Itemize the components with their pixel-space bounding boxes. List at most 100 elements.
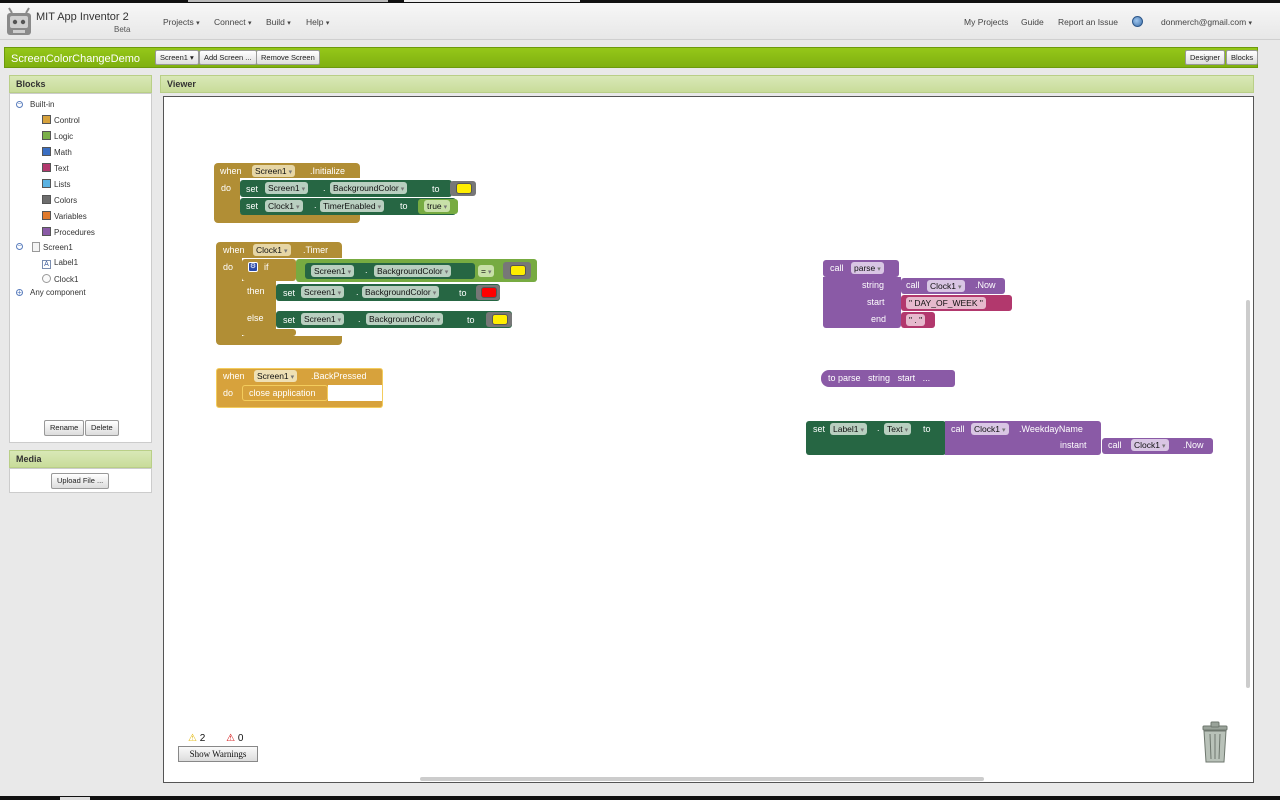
menu-connect[interactable]: Connect ▾: [214, 17, 252, 27]
tree-builtin[interactable]: Built-in: [30, 100, 54, 109]
menu-build[interactable]: Build ▾: [266, 17, 291, 27]
chevron-down-icon: ▾: [1248, 20, 1253, 27]
start-label: start: [867, 297, 885, 307]
chevron-down-icon: ▾: [287, 20, 291, 27]
upload-file-button[interactable]: Upload File ...: [51, 473, 110, 489]
warning-count: 2: [199, 733, 206, 744]
event-label: .BackPressed: [311, 371, 367, 381]
designer-button[interactable]: Designer: [1185, 50, 1226, 65]
true-dropdown[interactable]: true ▾: [424, 200, 451, 212]
dot-label: .: [323, 183, 326, 193]
expand-icon[interactable]: +: [16, 289, 23, 297]
tree-logic[interactable]: Logic: [42, 131, 73, 141]
to-label: to: [923, 424, 931, 434]
call-label: call: [830, 263, 844, 273]
text-dot[interactable]: " . ": [906, 314, 926, 326]
string-label: string: [862, 280, 885, 290]
link-my-projects[interactable]: My Projects: [964, 17, 1008, 27]
dot-label: .: [314, 200, 317, 210]
tree-any-component[interactable]: Any component: [30, 288, 86, 297]
tree-label1[interactable]: A Label1: [42, 258, 78, 269]
weekday-name-label: .WeekdayName: [1019, 424, 1083, 434]
text-swatch-icon: [42, 163, 51, 172]
property-dropdown[interactable]: BackgroundColor ▾: [362, 286, 440, 298]
component-dropdown[interactable]: Label1 ▾: [830, 423, 868, 435]
remove-screen-button[interactable]: Remove Screen: [256, 50, 320, 65]
property-dropdown[interactable]: BackgroundColor ▾: [366, 313, 444, 325]
yellow-swatch[interactable]: [492, 314, 508, 325]
control-swatch-icon: [42, 115, 51, 124]
tree-text[interactable]: Text: [42, 163, 69, 173]
instant-label: instant: [1060, 440, 1087, 450]
property-dropdown[interactable]: BackgroundColor ▾: [330, 182, 408, 194]
error-count: 0: [237, 733, 244, 744]
screen-select-button[interactable]: Screen1 ▾: [155, 50, 199, 65]
component-dropdown[interactable]: Screen1 ▾: [311, 265, 355, 277]
procedure-dropdown[interactable]: parse ▾: [851, 262, 884, 274]
to-parse-label: to parse string start ...: [828, 373, 931, 383]
blocks-panel: − Built-in Control Logic Math Text Lists…: [9, 93, 152, 443]
delete-button[interactable]: Delete: [85, 420, 119, 436]
gear-icon[interactable]: ⚙: [248, 262, 258, 272]
menu-projects[interactable]: Projects ▾: [163, 17, 200, 27]
chevron-down-icon: ▾: [196, 20, 200, 27]
chevron-down-icon: ▾: [248, 20, 252, 27]
tree-control[interactable]: Control: [42, 115, 80, 125]
show-warnings-button[interactable]: Show Warnings: [178, 746, 258, 762]
tree-screen1[interactable]: Screen1: [32, 242, 73, 252]
link-guide[interactable]: Guide: [1021, 17, 1044, 27]
dot-label: .: [358, 314, 361, 324]
tree-lists[interactable]: Lists: [42, 179, 70, 189]
add-screen-button[interactable]: Add Screen ...: [199, 50, 257, 65]
component-dropdown[interactable]: Clock1 ▾: [253, 244, 291, 256]
text-day-of-week[interactable]: " DAY_OF_WEEK ": [906, 297, 986, 309]
globe-icon[interactable]: [1132, 16, 1143, 27]
warning-icon: ⚠: [188, 733, 197, 744]
logic-swatch-icon: [42, 131, 51, 140]
menu-help[interactable]: Help ▾: [306, 17, 329, 27]
collapse-icon[interactable]: −: [16, 101, 23, 108]
horizontal-scrollbar[interactable]: [420, 777, 984, 781]
collapse-icon[interactable]: −: [16, 243, 23, 250]
component-dropdown[interactable]: Screen1 ▾: [252, 165, 296, 177]
tree-colors[interactable]: Colors: [42, 195, 77, 205]
when-label: when: [220, 166, 242, 176]
clock-icon: [42, 274, 51, 283]
red-swatch[interactable]: [481, 287, 497, 298]
set-label: set: [246, 201, 259, 211]
component-dropdown[interactable]: Clock1 ▾: [1131, 439, 1169, 451]
tree-variables[interactable]: Variables: [42, 211, 87, 221]
rename-button[interactable]: Rename: [44, 420, 85, 436]
tree-math[interactable]: Math: [42, 147, 72, 157]
yellow-swatch[interactable]: [456, 183, 472, 194]
app-inventor-logo-icon[interactable]: [6, 7, 32, 37]
property-dropdown[interactable]: TimerEnabled ▾: [320, 200, 385, 212]
property-dropdown[interactable]: Text ▾: [884, 423, 912, 435]
component-dropdown[interactable]: Screen1 ▾: [254, 370, 298, 382]
call-label: call: [1108, 440, 1122, 450]
app-title[interactable]: MIT App Inventor 2: [36, 11, 129, 23]
error-icon: ⚠: [226, 733, 236, 744]
yellow-swatch[interactable]: [510, 265, 526, 276]
tree-clock1[interactable]: Clock1: [42, 274, 78, 284]
equals-dropdown[interactable]: = ▾: [478, 265, 495, 277]
component-dropdown[interactable]: Screen1 ▾: [301, 313, 345, 325]
account-menu[interactable]: donmerch@gmail.com ▾: [1161, 17, 1252, 27]
blocks-button[interactable]: Blocks: [1226, 50, 1259, 65]
now-label: .Now: [975, 280, 996, 290]
vertical-scrollbar[interactable]: [1246, 300, 1250, 688]
set-label: set: [813, 424, 826, 434]
property-dropdown[interactable]: BackgroundColor ▾: [374, 265, 452, 277]
set-label: set: [283, 315, 296, 325]
to-label: to: [467, 315, 475, 325]
close-application-label: close application: [249, 388, 316, 398]
link-report-issue[interactable]: Report an Issue: [1058, 17, 1118, 27]
component-dropdown[interactable]: Clock1 ▾: [927, 280, 965, 292]
component-dropdown[interactable]: Screen1 ▾: [301, 286, 345, 298]
component-dropdown[interactable]: Screen1 ▾: [265, 182, 309, 194]
component-dropdown[interactable]: Clock1 ▾: [265, 200, 303, 212]
component-dropdown[interactable]: Clock1 ▾: [971, 423, 1009, 435]
trash-icon[interactable]: [1199, 720, 1231, 764]
tree-procedures[interactable]: Procedures: [42, 227, 95, 237]
do-label: do: [223, 262, 234, 272]
